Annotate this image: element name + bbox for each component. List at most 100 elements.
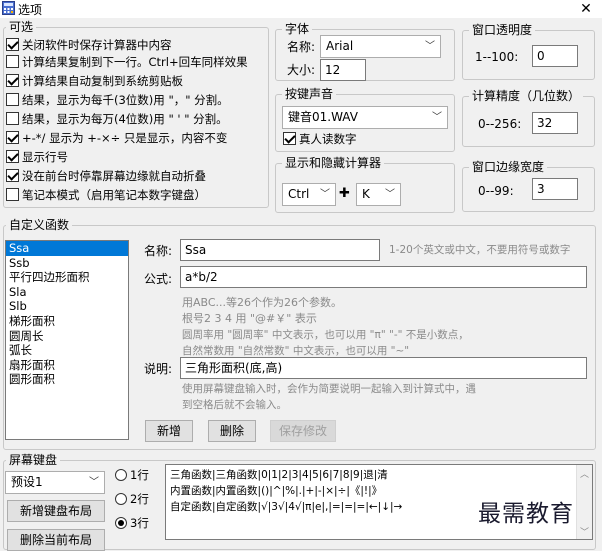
row-count-radio-2[interactable]: 2行 — [115, 491, 149, 507]
function-list-item[interactable]: Ssa — [6, 241, 128, 256]
chevron-down-icon: ﹀ — [89, 477, 99, 488]
row-count-radio-1[interactable]: 1行 — [115, 467, 149, 483]
function-list-item[interactable]: 扇形面积 — [6, 358, 128, 373]
hotkey-modifier-value: Ctrl — [288, 187, 310, 201]
func-name-hint: 1-20个英文或中文，不要用符号或数字 — [389, 244, 571, 256]
checkbox-box[interactable] — [6, 55, 19, 68]
optional-checkbox-label: 结果，显示为每千(3位数)用 "，" 分割。 — [22, 93, 229, 107]
hotkey-legend: 显示和隐藏计算器 — [282, 156, 385, 170]
keyboard-preset-value: 预设1 — [11, 475, 43, 489]
chevron-down-icon: ﹀ — [385, 189, 395, 200]
optional-checkbox-label: 显示行号 — [22, 150, 68, 164]
chevron-down-icon: ﹀ — [425, 41, 435, 52]
calculator-app-icon — [2, 1, 15, 15]
checkbox-box[interactable] — [6, 131, 19, 144]
radio-label: 3行 — [130, 516, 149, 530]
keyboard-legend: 屏幕键盘 — [6, 453, 61, 467]
chevron-down-icon: ﹀ — [432, 112, 442, 123]
func-desc-input[interactable]: 三角形面积(底,高) — [180, 357, 587, 379]
optional-checkbox-8[interactable]: 没在前台时停靠屏幕边缘就自动折叠 — [6, 168, 206, 184]
optional-checkbox-2[interactable]: 计算结果复制到下一行。Ctrl+回车同样效果 — [6, 54, 248, 70]
radio-button[interactable] — [115, 469, 127, 481]
optional-checkbox-3[interactable]: 计算结果自动复制到系统剪贴板 — [6, 73, 183, 89]
function-list-item[interactable]: 圆周长 — [6, 329, 128, 344]
opacity-legend: 窗口透明度 — [469, 23, 536, 37]
func-formula-input[interactable]: a*b/2 — [180, 266, 587, 288]
precision-input[interactable]: 32 — [532, 112, 578, 134]
add-function-button[interactable]: 新增 — [145, 420, 193, 442]
scroll-up-icon[interactable]: ︿ — [580, 467, 589, 480]
keyboard-scrollbar[interactable]: ︿ ﹀ — [576, 465, 592, 539]
precision-legend: 计算精度（几位数） — [469, 89, 584, 103]
function-list-item[interactable]: 平行四边形面积 — [6, 270, 128, 285]
add-keyboard-layout-button[interactable]: 新增键盘布局 — [7, 500, 105, 522]
precision-range-label: 0--256: — [478, 117, 522, 131]
func-desc-label: 说明: — [144, 362, 173, 376]
function-list-item[interactable]: 圆形面积 — [6, 372, 128, 387]
sound-value: 键音01.WAV — [288, 110, 358, 124]
optional-checkbox-1[interactable]: 关闭软件时保存计算器中内容 — [6, 37, 172, 53]
desc-note-1: 使用屏幕键盘输入时，会作为简要说明一起输入到计算式中，遇 — [182, 383, 476, 395]
checkbox-box[interactable] — [6, 188, 19, 201]
delete-function-button[interactable]: 删除 — [208, 420, 256, 442]
font-size-label: 大小: — [287, 63, 316, 77]
optional-checkbox-4[interactable]: 结果，显示为每千(3位数)用 "，" 分割。 — [6, 92, 229, 108]
optional-checkbox-7[interactable]: 显示行号 — [6, 149, 68, 165]
function-list-item[interactable]: 梯形面积 — [6, 314, 128, 329]
checkbox-box[interactable] — [6, 169, 19, 182]
optional-legend: 可选 — [6, 20, 37, 34]
optional-checkbox-label: 计算结果自动复制到系统剪贴板 — [22, 74, 183, 88]
radio-button[interactable] — [115, 517, 127, 529]
plus-icon: ✚ — [339, 186, 350, 201]
radio-button[interactable] — [115, 493, 127, 505]
function-list-item[interactable]: Sla — [6, 285, 128, 300]
voice-checkbox[interactable]: 真人读数字 — [283, 131, 357, 147]
func-name-input[interactable]: Ssa — [180, 239, 380, 261]
font-legend: 字体 — [282, 22, 313, 36]
checkbox-box[interactable] — [283, 132, 296, 145]
checkbox-box[interactable] — [6, 150, 19, 163]
checkbox-box[interactable] — [6, 74, 19, 87]
hotkey-key-select[interactable]: K ﹀ — [356, 183, 401, 206]
func-name-label: 名称: — [144, 244, 173, 258]
sound-select[interactable]: 键音01.WAV ﹀ — [282, 106, 448, 129]
desc-note-2: 到空格后就不会输入。 — [182, 399, 287, 411]
font-name-select[interactable]: Arial ﹀ — [320, 35, 441, 58]
formula-note-4: 自然常数用 "自然常数" 中文表示，也可以用 "~" — [182, 345, 410, 357]
hotkey-key-value: K — [362, 187, 370, 201]
function-list-item[interactable]: Ssb — [6, 256, 128, 271]
formula-note-3: 圆周率用 "圆周率" 中文表示，也可以用 "π" "-" 不是小数点， — [182, 329, 469, 341]
opacity-input[interactable]: 0 — [532, 45, 578, 67]
title-bar — [0, 0, 602, 18]
function-list[interactable]: Ssa Ssb 平行四边形面积 Sla Slb 梯形面积 圆周长 弧长 扇形面积 圆形面积 — [5, 240, 129, 440]
delete-keyboard-layout-button[interactable]: 删除当前布局 — [7, 529, 105, 551]
formula-note-2: 根号2 3 4 用 "@#￥" 表示 — [182, 312, 317, 325]
keyboard-preset-select[interactable]: 预设1 ﹀ — [5, 471, 105, 494]
checkbox-box[interactable] — [6, 93, 19, 106]
close-icon[interactable]: ✕ — [576, 0, 596, 18]
function-list-item[interactable]: Slb — [6, 299, 128, 314]
keyboard-line-1: 三角函数|三角函数|0|1|2|3|4|5|6|7|8|9|退|清 — [170, 469, 388, 481]
optional-checkbox-9[interactable]: 笔记本模式（启用笔记本数字键盘） — [6, 187, 206, 203]
font-name-label: 名称: — [287, 40, 316, 54]
optional-checkbox-5[interactable]: 结果，显示为每万(4位数)用 " ' " 分割。 — [6, 111, 228, 127]
opacity-range-label: 1--100: — [475, 50, 519, 64]
optional-checkbox-label: +-*/ 显示为 +-×÷ 只是显示，内容不变 — [22, 131, 228, 145]
optional-checkbox-6[interactable]: +-*/ 显示为 +-×÷ 只是显示，内容不变 — [6, 130, 227, 146]
voice-label: 真人读数字 — [299, 132, 357, 146]
scroll-down-icon[interactable]: ﹀ — [580, 525, 589, 538]
keyboard-line-3: 自定函数|自定函数|√|3√|4√|π|e|,|=|=|=|←|↓|→ — [170, 501, 403, 513]
font-size-input[interactable]: 12 — [320, 59, 366, 81]
checkbox-box[interactable] — [6, 112, 19, 125]
optional-checkbox-label: 没在前台时停靠屏幕边缘就自动折叠 — [22, 169, 206, 183]
edge-input[interactable]: 3 — [532, 178, 578, 200]
checkbox-box[interactable] — [6, 38, 19, 51]
save-function-button[interactable]: 保存修改 — [270, 420, 336, 442]
function-list-item[interactable]: 弧长 — [6, 343, 128, 358]
sound-legend: 按键声音 — [282, 87, 337, 101]
optional-checkbox-label: 结果，显示为每万(4位数)用 " ' " 分割。 — [22, 112, 228, 126]
radio-label: 2行 — [130, 492, 149, 506]
radio-label: 1行 — [130, 468, 149, 482]
row-count-radio-3[interactable]: 3行 — [115, 515, 149, 531]
hotkey-modifier-select[interactable]: Ctrl ﹀ — [282, 183, 336, 206]
